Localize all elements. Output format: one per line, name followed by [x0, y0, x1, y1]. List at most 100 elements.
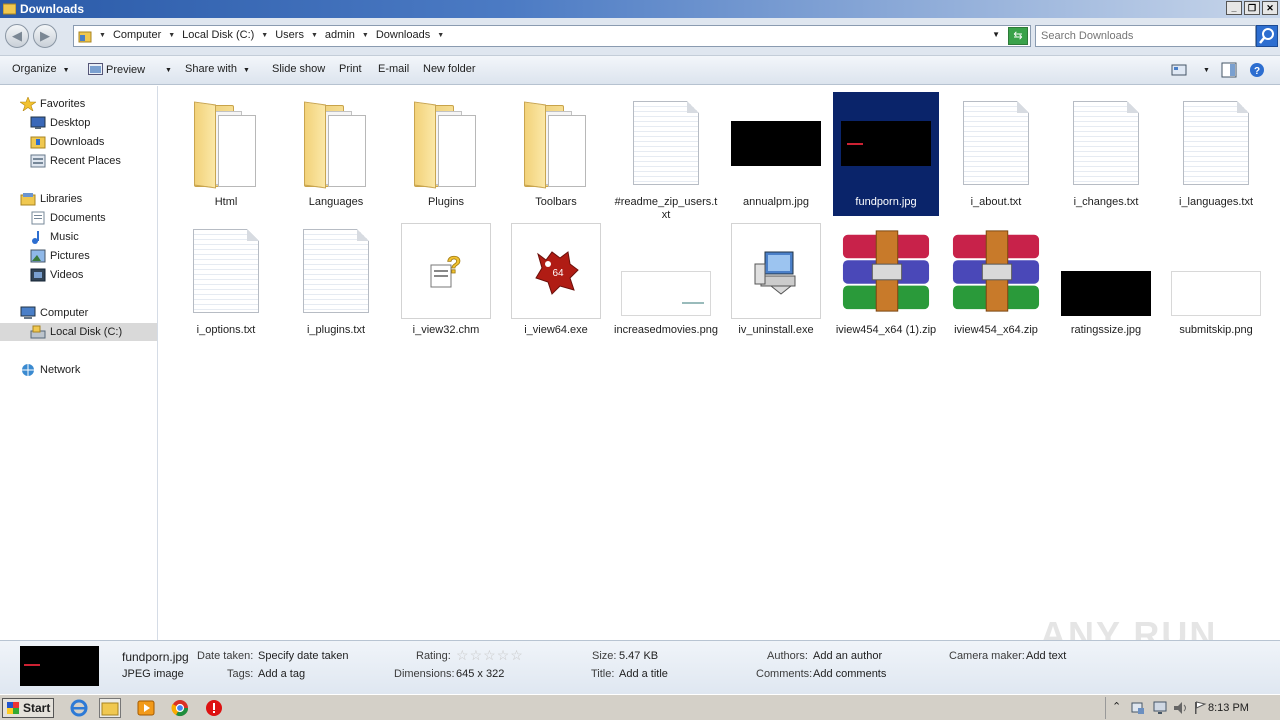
file-tile-languages[interactable]: Languages	[283, 92, 389, 216]
refresh-button[interactable]: ⇆	[1008, 27, 1028, 45]
file-tile-submitskip[interactable]: submitskip.png	[1163, 220, 1269, 344]
camera-maker-value[interactable]: Add text	[1026, 650, 1066, 662]
preview-icon	[88, 63, 103, 75]
nav-pictures[interactable]: Pictures	[30, 249, 90, 263]
command-bar: Organize ▼ Preview ▼ Share with ▼ Slide sh…	[0, 56, 1280, 85]
clock[interactable]: 8:13 PM	[1208, 702, 1249, 714]
file-tile-i-view64-exe[interactable]: 64 i_view64.exe	[503, 220, 609, 344]
print-button[interactable]: Print	[339, 63, 362, 75]
volume-icon[interactable]	[1172, 700, 1188, 716]
search-box[interactable]	[1035, 25, 1256, 47]
show-hidden-icons-icon[interactable]: ⌃	[1112, 700, 1121, 713]
file-tile-increasedmovies[interactable]: increasedmovies.png	[613, 220, 719, 344]
taskbar-stop-app[interactable]	[203, 698, 225, 718]
preview-pane-icon[interactable]	[1221, 62, 1237, 78]
videos-icon	[30, 268, 46, 282]
nav-network[interactable]: Network	[20, 363, 80, 377]
file-tile-annualpm[interactable]: annualpm.jpg	[723, 92, 829, 216]
view-options-dropdown[interactable]: ▼	[1197, 63, 1210, 75]
restore-button[interactable]: ❐	[1244, 1, 1260, 15]
libraries-icon	[20, 193, 36, 206]
file-tile-ratingssize[interactable]: ratingssize.jpg	[1053, 220, 1159, 344]
file-tile-i-about[interactable]: i_about.txt	[943, 92, 1049, 216]
chevron-down-icon[interactable]: ▼	[434, 32, 447, 39]
close-button[interactable]: ✕	[1262, 1, 1278, 15]
date-taken-value[interactable]: Specify date taken	[258, 650, 349, 662]
file-tile-html[interactable]: Html	[173, 92, 279, 216]
chevron-down-icon[interactable]: ▼	[258, 32, 271, 39]
forward-button[interactable]: ▶	[33, 24, 57, 48]
star-icon[interactable]: ☆	[456, 648, 469, 662]
breadcrumb-downloads[interactable]: Downloads	[372, 29, 434, 41]
file-tile-i-view32-chm[interactable]: ? i_view32.chm	[393, 220, 499, 344]
taskbar-internet-explorer[interactable]	[68, 698, 90, 718]
breadcrumb-users[interactable]: Users	[271, 29, 308, 41]
file-tile-i-plugins[interactable]: i_plugins.txt	[283, 220, 389, 344]
organize-button[interactable]: Organize ▼	[12, 63, 70, 75]
share-with-button[interactable]: Share with ▼	[185, 63, 250, 75]
file-tile-toolbars[interactable]: Toolbars	[503, 92, 609, 216]
star-icon[interactable]: ☆	[510, 648, 523, 662]
help-icon[interactable]: ?	[1249, 62, 1265, 78]
nav-local-disk[interactable]: Local Disk (C:)	[30, 325, 122, 339]
nav-recent-places[interactable]: Recent Places	[30, 154, 121, 168]
text-document-icon	[963, 101, 1029, 185]
folder-icon	[3, 3, 16, 15]
rating-stars[interactable]: ☆ ☆ ☆ ☆ ☆	[456, 648, 523, 662]
file-tile-iview454-x64-zip[interactable]: iview454_x64.zip	[943, 220, 1049, 344]
chevron-down-icon[interactable]: ▼	[359, 32, 372, 39]
flag-icon[interactable]	[1192, 700, 1208, 716]
start-button[interactable]: Start	[2, 698, 54, 718]
address-bar[interactable]: ▼ Computer ▼ Local Disk (C:) ▼ Users ▼ a…	[73, 25, 1031, 47]
authors-value[interactable]: Add an author	[813, 650, 882, 662]
search-input[interactable]	[1041, 27, 1231, 45]
taskbar-media-player[interactable]	[135, 698, 157, 718]
file-tile-i-changes[interactable]: i_changes.txt	[1053, 92, 1159, 216]
breadcrumb-admin[interactable]: admin	[321, 29, 359, 41]
nav-favorites[interactable]: Favorites	[20, 97, 85, 111]
email-button[interactable]: E-mail	[378, 63, 409, 75]
search-button[interactable]	[1256, 25, 1278, 47]
nav-downloads[interactable]: Downloads	[30, 135, 104, 149]
breadcrumb-computer[interactable]: Computer	[109, 29, 165, 41]
new-folder-button[interactable]: New folder	[423, 63, 476, 75]
nav-documents[interactable]: Documents	[30, 211, 106, 225]
file-name: annualpm.jpg	[742, 196, 810, 208]
nav-videos[interactable]: Videos	[30, 268, 83, 282]
file-tile-i-languages[interactable]: i_languages.txt	[1163, 92, 1269, 216]
nav-computer[interactable]: Computer	[20, 306, 88, 320]
file-tile-fundporn[interactable]: fundporn.jpg	[833, 92, 939, 216]
star-icon[interactable]: ☆	[497, 648, 510, 662]
title-value[interactable]: Add a title	[619, 668, 668, 680]
action-center-icon[interactable]	[1130, 700, 1146, 716]
taskbar-explorer[interactable]	[99, 698, 121, 718]
breadcrumb-local-disk[interactable]: Local Disk (C:)	[178, 29, 258, 41]
file-name: i_changes.txt	[1073, 196, 1139, 208]
comments-value[interactable]: Add comments	[813, 668, 886, 680]
file-tile-i-options[interactable]: i_options.txt	[173, 220, 279, 344]
network-status-icon[interactable]	[1152, 700, 1168, 716]
preview-dropdown[interactable]: ▼	[159, 63, 172, 75]
chevron-down-icon[interactable]: ▼	[308, 32, 321, 39]
image-thumbnail	[731, 120, 821, 166]
chevron-down-icon[interactable]: ▼	[96, 32, 109, 39]
address-history-dropdown[interactable]: ▼	[992, 30, 1000, 39]
file-tile-plugins[interactable]: Plugins	[393, 92, 499, 216]
nav-desktop[interactable]: Desktop	[30, 116, 90, 130]
nav-libraries[interactable]: Libraries	[20, 192, 82, 206]
nav-music[interactable]: Music	[30, 230, 79, 244]
slide-show-button[interactable]: Slide show	[272, 63, 325, 75]
taskbar-chrome[interactable]	[169, 698, 191, 718]
star-icon[interactable]: ☆	[483, 648, 496, 662]
preview-button[interactable]: Preview	[88, 63, 145, 76]
file-tile-readme[interactable]: #readme_zip_users.txt	[613, 92, 719, 221]
file-tile-iview454-x64-1-zip[interactable]: iview454_x64 (1).zip	[833, 220, 939, 344]
installer-icon	[754, 251, 796, 295]
tags-value[interactable]: Add a tag	[258, 668, 305, 680]
chevron-down-icon[interactable]: ▼	[165, 32, 178, 39]
back-button[interactable]: ◀	[5, 24, 29, 48]
star-icon[interactable]: ☆	[470, 648, 483, 662]
minimize-button[interactable]: _	[1226, 1, 1242, 15]
change-view-icon[interactable]	[1171, 62, 1187, 78]
file-tile-iv-uninstall[interactable]: iv_uninstall.exe	[723, 220, 829, 344]
